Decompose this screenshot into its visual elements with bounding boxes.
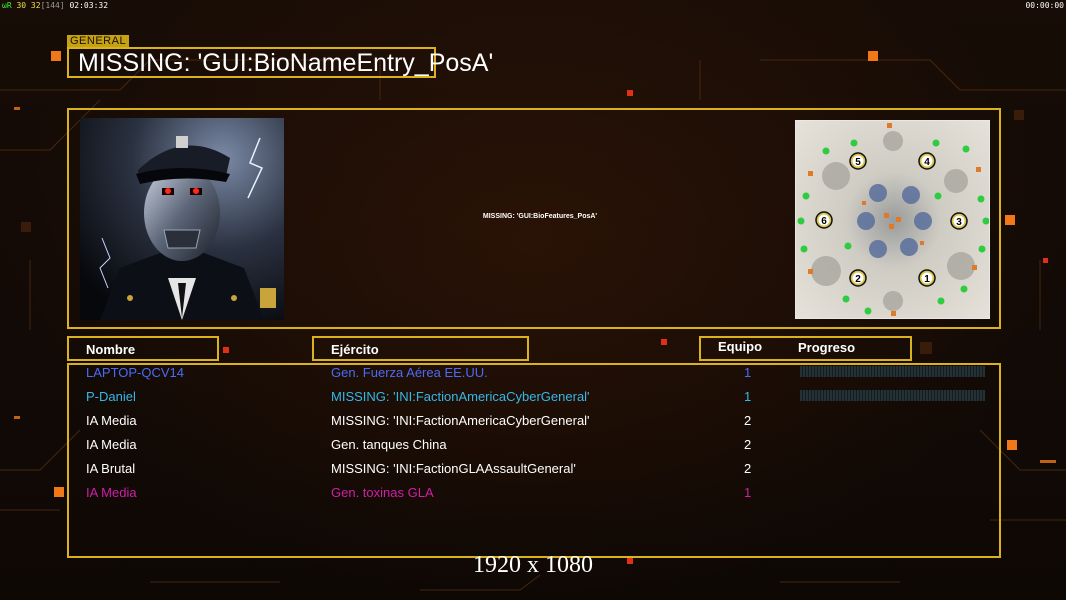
svg-text:2: 2 bbox=[855, 274, 861, 285]
bio-name-title: MISSING: 'GUI:BioNameEntry_PosA' bbox=[67, 47, 493, 78]
fps-label: ωR bbox=[2, 1, 12, 10]
svg-text:6: 6 bbox=[821, 216, 827, 227]
header-team: Equipo bbox=[718, 339, 763, 354]
player-army: Gen. tanques China bbox=[331, 437, 447, 452]
resolution-label: 1920 x 1080 bbox=[473, 552, 593, 578]
fps-cap: [144] bbox=[40, 1, 65, 10]
player-row[interactable]: LAPTOP-QCV14 Gen. Fuerza Aérea EE.UU. 1 bbox=[68, 361, 998, 385]
bio-features-text: MISSING: 'GUI:BioFeatures_PosA' bbox=[482, 213, 598, 220]
svg-text:5: 5 bbox=[855, 157, 861, 168]
game-timer: 00:00:00 bbox=[1025, 1, 1064, 10]
cyber-general-portrait bbox=[80, 118, 284, 320]
player-name: IA Media bbox=[86, 437, 137, 452]
header-progress: Progreso bbox=[798, 340, 856, 355]
minimap[interactable]: 5 4 6 3 2 1 bbox=[795, 120, 990, 319]
header-army: Ejército bbox=[312, 336, 529, 361]
start-position-3[interactable]: 3 bbox=[950, 212, 968, 230]
header-team-progress: Equipo Progreso bbox=[699, 336, 912, 361]
start-position-2[interactable]: 2 bbox=[849, 269, 867, 287]
general-tag: GENERAL bbox=[67, 35, 130, 47]
svg-text:1: 1 bbox=[924, 274, 930, 285]
load-progress-bar bbox=[800, 390, 985, 401]
player-army: MISSING: 'INI:FactionGLAAssaultGeneral' bbox=[331, 461, 576, 476]
fps-counter: ωR 30 32[144] 02:03:32 bbox=[2, 1, 108, 10]
player-name: IA Brutal bbox=[86, 461, 136, 476]
start-position-4[interactable]: 4 bbox=[918, 152, 936, 170]
player-name: IA Media bbox=[86, 413, 137, 428]
player-row[interactable]: IA Media MISSING: 'INI:FactionAmericaCybe… bbox=[68, 409, 998, 433]
start-position-5[interactable]: 5 bbox=[849, 152, 867, 170]
player-row[interactable]: IA Media Gen. toxinas GLA 1 bbox=[68, 481, 998, 505]
clock-readout: 02:03:32 bbox=[69, 1, 109, 10]
header-name: Nombre bbox=[67, 336, 219, 361]
start-position-1[interactable]: 1 bbox=[918, 269, 936, 287]
player-army: MISSING: 'INI:FactionAmericaCyberGeneral… bbox=[331, 413, 590, 428]
player-name: P-Daniel bbox=[86, 389, 136, 404]
player-army: Gen. Fuerza Aérea EE.UU. bbox=[331, 365, 488, 380]
player-row[interactable]: IA Brutal MISSING: 'INI:FactionGLAAssault… bbox=[68, 457, 998, 481]
player-army: MISSING: 'INI:FactionAmericaCyberGeneral… bbox=[331, 389, 590, 404]
player-name: IA Media bbox=[86, 485, 137, 500]
player-name: LAPTOP-QCV14 bbox=[86, 365, 185, 380]
svg-text:3: 3 bbox=[956, 217, 962, 228]
player-row[interactable]: P-Daniel MISSING: 'INI:FactionAmericaCybe… bbox=[68, 385, 998, 409]
player-army: Gen. toxinas GLA bbox=[331, 485, 434, 500]
start-position-6[interactable]: 6 bbox=[815, 211, 833, 229]
svg-text:4: 4 bbox=[924, 157, 930, 168]
load-progress-bar bbox=[800, 366, 985, 377]
fps-value: 30 32 bbox=[16, 1, 41, 10]
player-row[interactable]: IA Media Gen. tanques China 2 bbox=[68, 433, 998, 457]
